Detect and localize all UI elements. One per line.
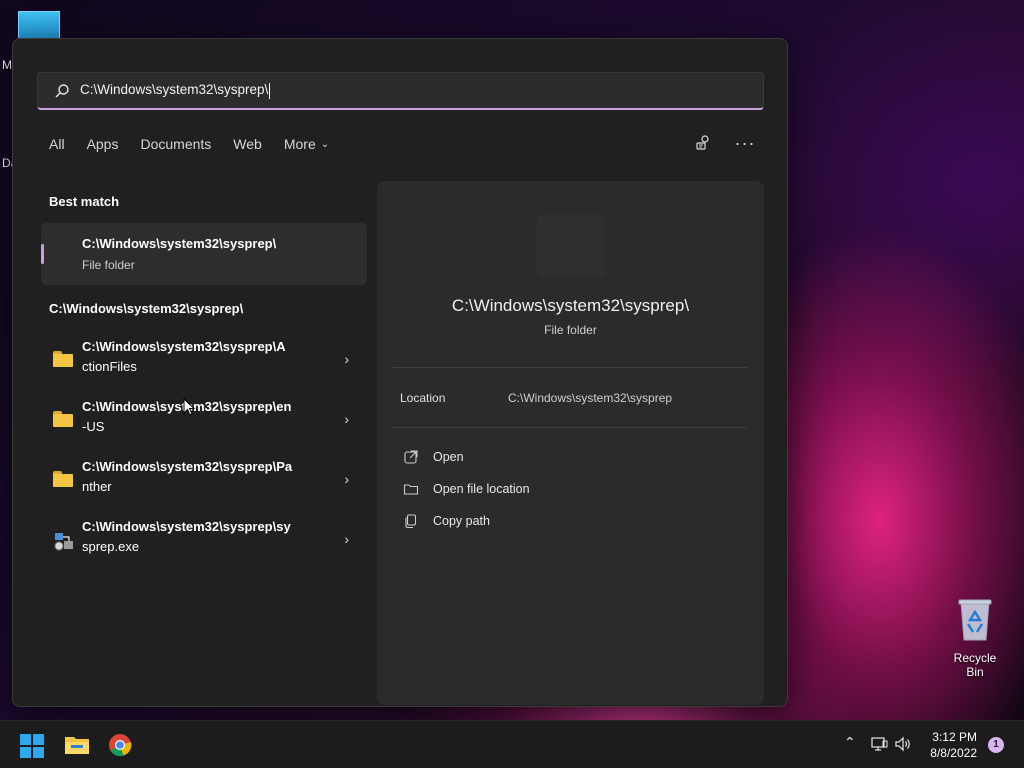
open-file-location-label: Open file location <box>433 482 530 496</box>
preview-pane: C:\Windows\system32\sysprep\ File folder… <box>377 181 764 705</box>
taskbar: ⌃ 3:12 PM 8/8/2022 1 <box>0 720 1024 768</box>
chrome-button[interactable] <box>108 733 134 757</box>
location-value: C:\Windows\system32\sysprep <box>508 391 673 405</box>
tab-documents-label: Documents <box>140 136 212 152</box>
chrome-icon <box>109 734 132 757</box>
tab-apps-label: Apps <box>86 136 119 152</box>
ellipsis-icon: ··· <box>734 132 756 153</box>
account-icon <box>696 135 709 150</box>
open-external-icon <box>404 450 418 464</box>
best-match-name: C:\Windows\system32\sysprep\ <box>82 236 277 251</box>
sysprep-app-icon <box>53 531 75 551</box>
divider <box>393 367 747 368</box>
list-item[interactable]: C:\Windows\system32\sysprep\en-US › <box>41 393 367 449</box>
chevron-right-icon[interactable]: › <box>344 531 349 547</box>
copy-path-action[interactable]: Copy path <box>403 513 490 529</box>
copy-path-label: Copy path <box>433 514 490 528</box>
best-match-item[interactable]: C:\Windows\system32\sysprep\ File folder <box>41 223 367 285</box>
volume-icon <box>895 736 910 752</box>
divider <box>393 427 747 428</box>
list-item[interactable]: C:\Windows\system32\sysprep\A ctionFiles … <box>41 333 367 389</box>
show-hidden-icons-button[interactable]: ⌃ <box>844 734 856 751</box>
open-action[interactable]: Open <box>403 449 464 465</box>
filter-tabs: All Apps Documents Web More ⌄ <box>49 136 351 152</box>
search-panel: C:\Windows\system32\sysprep\ All Apps Do… <box>12 38 788 707</box>
folder-icon <box>53 471 75 489</box>
list-item[interactable]: C:\Windows\system32\sysprep\sy sprep.exe … <box>41 513 367 569</box>
chevron-right-icon[interactable]: › <box>344 411 349 427</box>
folder-icon <box>53 411 75 429</box>
volume-button[interactable] <box>894 735 912 756</box>
preview-thumbnail <box>537 214 605 278</box>
folder-open-icon <box>403 484 419 495</box>
text-caret <box>269 82 271 99</box>
header-actions: ··· <box>693 133 755 153</box>
mouse-cursor-icon <box>183 398 195 416</box>
desktop-label-partial-1: M <box>2 58 12 72</box>
tab-apps[interactable]: Apps <box>87 136 119 152</box>
search-box[interactable]: C:\Windows\system32\sysprep\ <box>37 72 764 110</box>
list-item[interactable]: C:\Windows\system32\sysprep\Pa nther › <box>41 453 367 509</box>
recycle-bin-label: Recycle Bin <box>953 651 997 679</box>
windows-logo-icon <box>20 734 44 758</box>
clock-date: 8/8/2022 <box>930 746 977 760</box>
desktop-icon-partial[interactable] <box>18 11 60 41</box>
copy-icon <box>405 514 417 529</box>
tab-all-label: All <box>49 136 65 152</box>
start-button[interactable] <box>20 734 46 758</box>
selection-indicator <box>41 244 44 264</box>
tab-web-label: Web <box>233 136 262 152</box>
recycle-bin-shortcut[interactable]: Recycle Bin <box>944 598 1006 679</box>
preview-subtitle: File folder <box>544 323 597 337</box>
best-match-type: File folder <box>82 258 135 272</box>
recycle-bin-icon <box>958 599 992 641</box>
preview-title: C:\Windows\system32\sysprep\ <box>451 296 690 315</box>
folder-icon <box>53 351 75 369</box>
network-button[interactable] <box>870 735 888 756</box>
tab-documents[interactable]: Documents <box>140 136 211 152</box>
tab-web[interactable]: Web <box>233 136 262 152</box>
clock[interactable]: 3:12 PM 8/8/2022 <box>930 729 977 761</box>
more-options-button[interactable]: ··· <box>735 133 755 153</box>
clock-time: 3:12 PM <box>932 730 977 744</box>
search-input[interactable]: C:\Windows\system32\sysprep\ <box>80 82 271 99</box>
file-explorer-icon <box>65 737 89 754</box>
tab-more[interactable]: More ⌄ <box>284 136 329 152</box>
network-icon <box>871 737 888 751</box>
chevron-right-icon[interactable]: › <box>344 351 349 367</box>
location-label: Location <box>400 391 446 405</box>
notification-badge[interactable]: 1 <box>988 737 1004 753</box>
chevron-up-icon: ⌃ <box>844 734 856 750</box>
list-item-label: C:\Windows\system32\sysprep\Pa nther <box>82 459 293 494</box>
open-action-label: Open <box>433 450 464 464</box>
search-icon <box>55 83 69 97</box>
open-file-location-action[interactable]: Open file location <box>403 481 530 497</box>
list-item-label: C:\Windows\system32\sysprep\A ctionFiles <box>82 339 286 374</box>
tab-more-label: More <box>283 136 316 152</box>
results-group-heading: C:\Windows\system32\sysprep\ <box>49 301 244 316</box>
account-switch-button[interactable] <box>693 133 713 153</box>
best-match-heading: Best match <box>49 194 120 209</box>
tab-all[interactable]: All <box>49 136 65 152</box>
chevron-right-icon[interactable]: › <box>344 471 349 487</box>
chevron-down-icon: ⌄ <box>320 138 330 150</box>
list-item-label: C:\Windows\system32\sysprep\sy sprep.exe <box>82 519 291 554</box>
file-explorer-button[interactable] <box>64 733 90 757</box>
